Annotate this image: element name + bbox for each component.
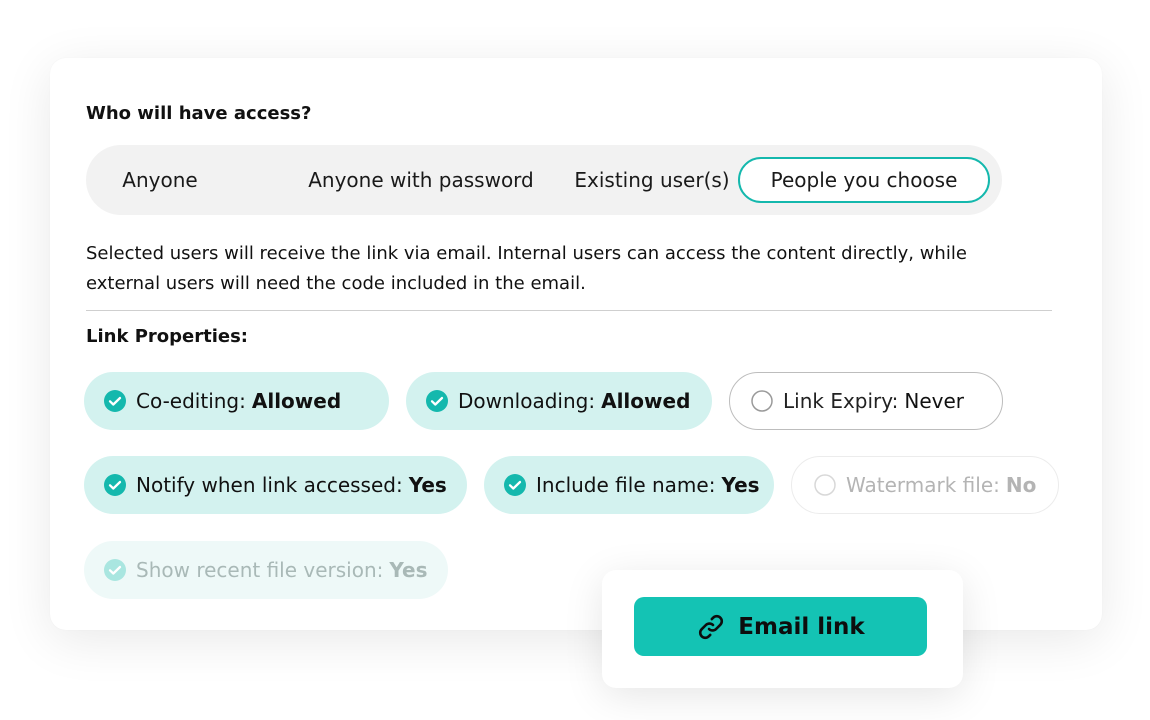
access-option-anyone[interactable]: Anyone (110, 157, 210, 203)
check-circle-icon (504, 474, 526, 496)
chip-label: Include file name: (536, 473, 716, 497)
access-option-existing-users[interactable]: Existing user(s) (564, 157, 740, 203)
chip-notify-when-accessed[interactable]: Notify when link accessed: Yes (84, 456, 467, 514)
access-option-people-you-choose[interactable]: People you choose (738, 157, 990, 203)
chip-value: Allowed (251, 389, 342, 413)
chip-value: Never (904, 389, 965, 413)
access-segmented-control: Anyone Anyone with password Existing use… (86, 145, 1002, 215)
chip-label: Watermark file: (846, 473, 1000, 497)
chip-value: Yes (389, 558, 428, 582)
chip-value: Yes (721, 473, 760, 497)
share-settings-card: Who will have access? Anyone Anyone with… (50, 58, 1102, 630)
chip-value: Allowed (601, 389, 691, 413)
check-circle-icon (104, 474, 126, 496)
email-link-label: Email link (738, 613, 865, 640)
divider (86, 310, 1052, 311)
chip-label: Show recent file version: (136, 558, 384, 582)
link-properties-heading: Link Properties: (86, 326, 248, 347)
empty-circle-icon (814, 474, 836, 496)
access-heading: Who will have access? (86, 103, 312, 124)
chip-value: No (1005, 473, 1037, 497)
chip-link-expiry[interactable]: Link Expiry: Never (729, 372, 1003, 430)
empty-circle-icon (751, 390, 773, 412)
chip-downloading[interactable]: Downloading: Allowed (406, 372, 712, 430)
email-action-panel: Email link (602, 570, 963, 688)
check-circle-icon (426, 390, 448, 412)
link-icon (696, 612, 726, 642)
email-link-button[interactable]: Email link (634, 597, 927, 656)
chip-label: Notify when link accessed: (136, 473, 403, 497)
check-circle-icon (104, 390, 126, 412)
chip-show-recent-version[interactable]: Show recent file version: Yes (84, 541, 448, 599)
chip-label: Downloading: (458, 389, 596, 413)
chip-include-file-name[interactable]: Include file name: Yes (484, 456, 774, 514)
chip-label: Link Expiry: (783, 389, 899, 413)
access-description: Selected users will receive the link via… (86, 243, 967, 294)
chip-watermark-file[interactable]: Watermark file: No (791, 456, 1059, 514)
chip-co-editing[interactable]: Co-editing: Allowed (84, 372, 389, 430)
check-circle-icon (104, 559, 126, 581)
access-option-anyone-with-password[interactable]: Anyone with password (296, 157, 546, 203)
chip-label: Co-editing: (136, 389, 246, 413)
chip-value: Yes (408, 473, 447, 497)
